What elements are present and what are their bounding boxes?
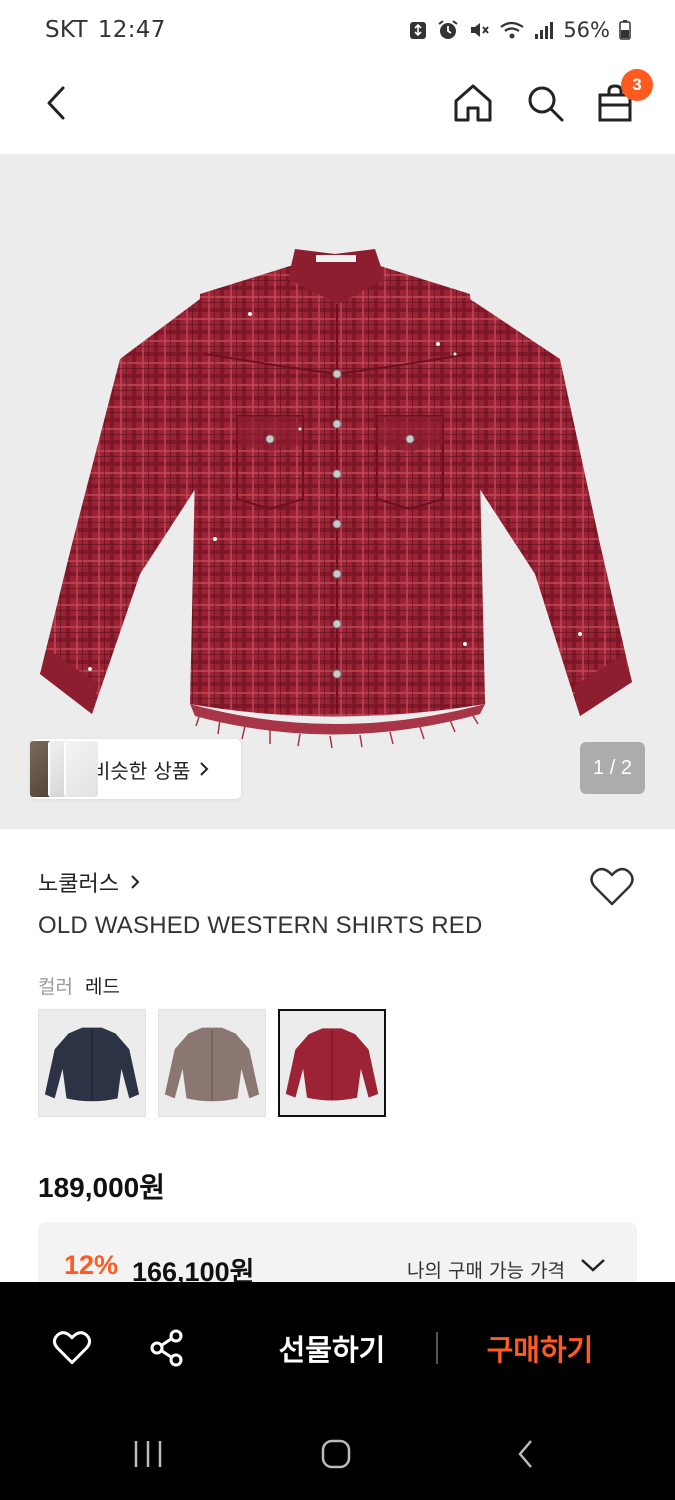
home-circle-icon [321,1439,351,1469]
status-icons: 56% [408,18,631,42]
recent-apps-icon [134,1441,162,1467]
recent-apps-button[interactable] [123,1432,173,1476]
chevron-down-icon [581,1259,605,1272]
my-price-label: 나의 구매 가능 가격 [407,1260,565,1282]
alarm-icon [438,20,458,39]
search-icon [528,86,564,122]
battery-percent: 56% [563,18,610,42]
bottom-wishlist-button[interactable] [50,1326,94,1370]
signal-icon [535,22,554,39]
swatch-navy[interactable] [38,1009,146,1117]
cart-count-badge: 3 [621,69,653,101]
home-icon [454,84,492,122]
original-price: 189,000원 [38,1172,165,1203]
brand-link[interactable]: 노쿨러스 [38,866,141,898]
back-button[interactable] [32,78,82,128]
discount-rate: 12% [64,1250,119,1280]
color-value: 레드 [84,976,120,998]
clock: 12:47 [97,17,166,43]
cart-button[interactable]: 3 [590,69,653,128]
wifi-icon [500,21,524,39]
system-nav-bar [0,1420,675,1490]
search-button[interactable] [520,78,570,128]
shirt-thumbnail [285,1028,379,1101]
chevron-right-icon [200,762,209,776]
heart-icon [52,1331,92,1365]
gift-button[interactable]: 선물하기 [262,1326,402,1370]
swatch-grey-brown[interactable] [158,1009,266,1117]
similar-products-thumbnails [30,739,98,799]
swatch-red[interactable] [278,1009,386,1117]
back-icon [47,86,65,120]
shirt-thumbnail [164,1027,260,1102]
color-row: 컬러 레드 [38,972,120,999]
top-nav: 3 [0,60,675,154]
carrier: SKT [45,17,88,43]
share-icon [150,1329,183,1367]
similar-thumb [64,741,98,797]
buy-button[interactable]: 구매하기 [470,1326,610,1370]
color-label: 컬러 [38,976,73,998]
bottom-action-bar: 선물하기 구매하기 [0,1282,675,1500]
image-page-indicator: 1 / 2 [580,742,645,794]
color-swatches [38,1009,386,1117]
product-title: OLD WASHED WESTERN SHIRTS RED [38,912,483,939]
recycle-icon [410,22,427,39]
similar-products-label: 비슷한 상품 [92,758,191,783]
system-home-button[interactable] [311,1432,361,1476]
home-button[interactable] [448,78,498,128]
shirt-thumbnail [44,1027,140,1102]
divider [436,1332,438,1364]
mute-icon [471,23,490,37]
back-icon [518,1440,532,1468]
system-back-button[interactable] [501,1432,551,1476]
status-bar: SKT 12:47 56% [0,0,675,60]
wishlist-button[interactable] [587,862,637,912]
similar-products-button[interactable]: 비슷한 상품 [30,739,241,799]
product-image-gallery[interactable]: 비슷한 상품 1 / 2 [0,154,675,829]
status-left: SKT 12:47 [45,17,166,43]
battery-icon [619,20,631,40]
brand-name: 노쿨러스 [38,872,119,897]
share-button[interactable] [145,1326,189,1370]
product-image [40,249,632,749]
chevron-right-icon [131,875,140,889]
heart-icon [590,867,634,906]
